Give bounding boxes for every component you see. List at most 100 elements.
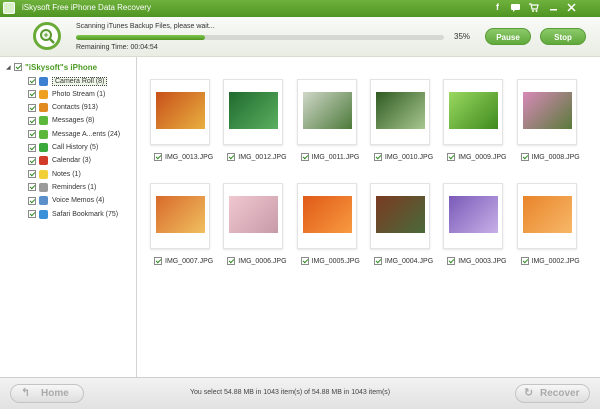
remaining-time: Remaining Time: 00:04:54 bbox=[76, 44, 158, 51]
item-checkbox[interactable] bbox=[28, 156, 36, 165]
item-checkbox[interactable] bbox=[28, 90, 36, 99]
photo-label[interactable]: IMG_0006.JPG bbox=[227, 256, 287, 266]
tree-item[interactable]: Notes (1) bbox=[28, 168, 81, 180]
recover-label: Recover bbox=[540, 388, 580, 399]
voice-memos-icon bbox=[39, 196, 48, 206]
tree-item[interactable]: Contacts (913) bbox=[28, 102, 98, 114]
photo-label[interactable]: IMG_0003.JPG bbox=[447, 256, 506, 266]
photo-label[interactable]: IMG_0004.JPG bbox=[373, 256, 433, 266]
tree-item[interactable]: Safari Bookmark (75) bbox=[28, 208, 118, 220]
photo-label[interactable]: IMG_0013.JPG bbox=[154, 152, 213, 162]
item-checkbox[interactable] bbox=[28, 196, 36, 205]
photo-image bbox=[522, 196, 572, 233]
photo-thumbnail[interactable] bbox=[516, 183, 577, 249]
camera-roll-icon bbox=[39, 76, 48, 86]
photo-label[interactable]: IMG_0011.JPG bbox=[300, 152, 359, 162]
item-checkbox[interactable] bbox=[28, 116, 36, 125]
photo-thumbnail[interactable] bbox=[223, 183, 284, 249]
tree-item[interactable]: Calendar (3) bbox=[28, 155, 91, 167]
photo-label[interactable]: IMG_0012.JPG bbox=[227, 152, 287, 162]
photo-checkbox[interactable] bbox=[520, 257, 529, 265]
device-name: "iSkysoft"s iPhone bbox=[25, 62, 98, 72]
photo-filename: IMG_0005.JPG bbox=[311, 257, 360, 265]
tree-item[interactable]: Photo Stream (1) bbox=[28, 88, 105, 100]
tree-item[interactable]: Reminders (1) bbox=[28, 181, 96, 193]
photo-image bbox=[156, 92, 205, 129]
bottom-bar: ↰ Home You select 54.88 MB in 1043 item(… bbox=[0, 377, 600, 409]
call-history-icon bbox=[39, 143, 48, 152]
scan-progress-panel: Scanning iTunes Backup Files, please wai… bbox=[0, 17, 600, 57]
item-checkbox[interactable] bbox=[28, 170, 36, 179]
back-arrow-icon: ↰ bbox=[21, 387, 31, 399]
photo-checkbox[interactable] bbox=[373, 257, 382, 265]
tree-item-label: Call History (5) bbox=[52, 144, 99, 151]
facebook-icon[interactable]: f bbox=[492, 2, 503, 13]
photo-checkbox[interactable] bbox=[300, 257, 309, 265]
photo-checkbox[interactable] bbox=[300, 153, 309, 161]
tree-item[interactable]: Voice Memos (4) bbox=[28, 195, 105, 207]
photo-thumbnail[interactable] bbox=[516, 79, 577, 145]
photo-filename: IMG_0008.JPG bbox=[531, 153, 580, 161]
cart-icon[interactable] bbox=[528, 2, 539, 13]
photo-image bbox=[229, 92, 279, 129]
messages-icon bbox=[39, 116, 48, 126]
photo-thumbnail[interactable] bbox=[369, 183, 430, 249]
photo-thumbnail[interactable] bbox=[150, 183, 210, 249]
device-node[interactable]: ◢ "iSkysoft"s iPhone bbox=[6, 61, 97, 73]
photo-stream-icon bbox=[39, 89, 48, 99]
app-logo-icon bbox=[3, 2, 15, 14]
tree-item[interactable]: Camera Roll (8) bbox=[28, 75, 108, 87]
photo-filename: IMG_0006.JPG bbox=[238, 257, 287, 265]
photo-checkbox[interactable] bbox=[373, 153, 382, 161]
close-icon[interactable] bbox=[566, 2, 577, 13]
photo-thumbnail[interactable] bbox=[296, 183, 357, 249]
minimize-icon[interactable] bbox=[548, 2, 559, 13]
photo-label[interactable]: IMG_0008.JPG bbox=[520, 152, 580, 162]
photo-image bbox=[375, 196, 425, 233]
item-checkbox[interactable] bbox=[28, 77, 36, 85]
item-checkbox[interactable] bbox=[28, 143, 36, 152]
feedback-icon[interactable] bbox=[510, 2, 521, 13]
device-checkbox[interactable] bbox=[14, 63, 22, 71]
photo-thumbnail[interactable] bbox=[223, 79, 284, 145]
photo-thumbnail[interactable] bbox=[369, 79, 430, 145]
item-checkbox[interactable] bbox=[28, 130, 36, 139]
title-bar: iSkysoft Free iPhone Data Recovery f bbox=[0, 0, 600, 17]
tree-item[interactable]: Messages (8) bbox=[28, 115, 94, 127]
item-checkbox[interactable] bbox=[28, 183, 36, 192]
tree-item[interactable]: Message A...ents (24) bbox=[28, 128, 120, 140]
contacts-icon bbox=[39, 103, 48, 113]
photo-label[interactable]: IMG_0005.JPG bbox=[300, 256, 360, 266]
photo-filename: IMG_0007.JPG bbox=[165, 257, 214, 265]
photo-checkbox[interactable] bbox=[227, 153, 236, 161]
photo-checkbox[interactable] bbox=[520, 153, 529, 161]
pause-button[interactable]: Pause bbox=[485, 28, 531, 45]
photo-label[interactable]: IMG_0007.JPG bbox=[154, 256, 213, 266]
item-checkbox[interactable] bbox=[28, 210, 36, 218]
photo-checkbox[interactable] bbox=[447, 153, 456, 161]
expand-arrow-icon[interactable]: ◢ bbox=[6, 64, 14, 71]
photo-checkbox[interactable] bbox=[227, 257, 236, 265]
photo-checkbox[interactable] bbox=[154, 153, 162, 161]
recover-button[interactable]: ↻ Recover bbox=[515, 384, 590, 403]
photo-thumbnail[interactable] bbox=[150, 79, 210, 145]
stop-button[interactable]: Stop bbox=[540, 28, 586, 45]
photo-thumbnail[interactable] bbox=[443, 79, 504, 145]
photo-label[interactable]: IMG_0010.JPG bbox=[373, 152, 433, 162]
photo-checkbox[interactable] bbox=[447, 257, 456, 265]
photo-checkbox[interactable] bbox=[154, 257, 162, 265]
item-checkbox[interactable] bbox=[28, 103, 36, 112]
window-title: iSkysoft Free iPhone Data Recovery bbox=[22, 3, 151, 12]
photo-label[interactable]: IMG_0002.JPG bbox=[520, 256, 580, 266]
photo-image bbox=[449, 92, 499, 129]
message-attachments-icon bbox=[39, 129, 48, 139]
home-button[interactable]: ↰ Home bbox=[10, 384, 84, 403]
tree-item-label: Photo Stream (1) bbox=[52, 90, 106, 98]
photo-thumbnail[interactable] bbox=[296, 79, 357, 145]
scan-progress-fill bbox=[76, 35, 205, 40]
scan-magnifier-icon bbox=[33, 22, 61, 50]
photo-label[interactable]: IMG_0009.JPG bbox=[447, 152, 506, 162]
tree-item[interactable]: Call History (5) bbox=[28, 142, 98, 154]
calendar-icon bbox=[39, 156, 48, 166]
photo-thumbnail[interactable] bbox=[443, 183, 504, 249]
